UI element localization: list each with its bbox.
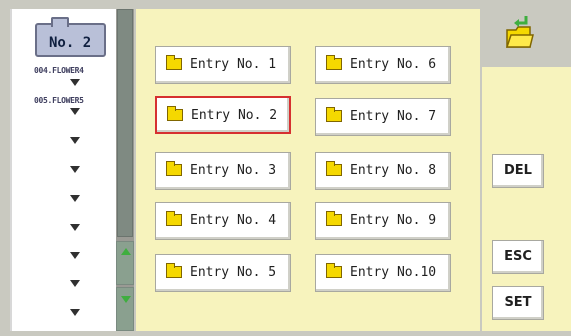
entry-button-8[interactable]: Entry No. 8 xyxy=(315,152,451,190)
entry-label: Entry No. 4 xyxy=(190,213,277,228)
entry-button-3[interactable]: Entry No. 3 xyxy=(155,152,291,190)
entry-label: Entry No. 2 xyxy=(191,108,278,123)
folder-tree-panel: No. 2 004.FLOWER4 005.FLOWER5 xyxy=(10,9,116,331)
folder-icon xyxy=(166,211,182,226)
entry-button-10[interactable]: Entry No.10 xyxy=(315,254,451,292)
entry-label: Entry No. 5 xyxy=(190,265,277,280)
folder-icon xyxy=(326,55,342,70)
entry-label: Entry No. 9 xyxy=(350,213,437,228)
folder-tab[interactable]: No. 2 xyxy=(35,17,106,57)
tree-item-flower5[interactable]: 005.FLOWER5 xyxy=(34,96,124,105)
del-button[interactable]: DEL xyxy=(492,154,544,188)
arrow-down-icon xyxy=(70,309,80,316)
arrow-down-icon xyxy=(70,108,80,115)
entry-label: Entry No. 7 xyxy=(350,109,437,124)
folder-icon xyxy=(326,263,342,278)
scroll-down-button[interactable] xyxy=(116,287,134,331)
entry-label: Entry No. 8 xyxy=(350,163,437,178)
arrow-down-icon xyxy=(70,280,80,287)
esc-button[interactable]: ESC xyxy=(492,240,544,274)
scroll-thumb[interactable] xyxy=(117,9,133,237)
arrow-down-icon xyxy=(70,252,80,259)
entry-button-5[interactable]: Entry No. 5 xyxy=(155,254,291,292)
entry-button-2[interactable]: Entry No. 2 xyxy=(155,96,291,134)
folder-icon xyxy=(166,55,182,70)
chevron-down-icon xyxy=(121,296,131,303)
set-button[interactable]: SET xyxy=(492,286,544,320)
folder-icon xyxy=(326,211,342,226)
entry-label: Entry No. 6 xyxy=(350,57,437,72)
entry-label: Entry No. 1 xyxy=(190,57,277,72)
entry-button-9[interactable]: Entry No. 9 xyxy=(315,202,451,240)
tree-scrollbar[interactable] xyxy=(116,9,134,331)
folder-icon xyxy=(166,161,182,176)
folder-icon xyxy=(326,107,342,122)
tree-item-flower4[interactable]: 004.FLOWER4 xyxy=(34,66,124,75)
folder-tab-label: No. 2 xyxy=(49,35,92,51)
entry-label: Entry No. 3 xyxy=(190,163,277,178)
entry-button-6[interactable]: Entry No. 6 xyxy=(315,46,451,84)
entry-button-1[interactable]: Entry No. 1 xyxy=(155,46,291,84)
entry-label: Entry No.10 xyxy=(350,265,437,280)
arrow-down-icon xyxy=(70,79,80,86)
folder-icon xyxy=(166,263,182,278)
arrow-down-icon xyxy=(70,166,80,173)
folder-back-icon[interactable] xyxy=(504,14,534,54)
entry-button-7[interactable]: Entry No. 7 xyxy=(315,98,451,136)
folder-icon xyxy=(167,106,183,121)
arrow-down-icon xyxy=(70,137,80,144)
arrow-down-icon xyxy=(70,224,80,231)
entry-button-4[interactable]: Entry No. 4 xyxy=(155,202,291,240)
arrow-down-icon xyxy=(70,195,80,202)
chevron-up-icon xyxy=(121,248,131,255)
folder-icon xyxy=(326,161,342,176)
scroll-up-button[interactable] xyxy=(116,241,134,285)
